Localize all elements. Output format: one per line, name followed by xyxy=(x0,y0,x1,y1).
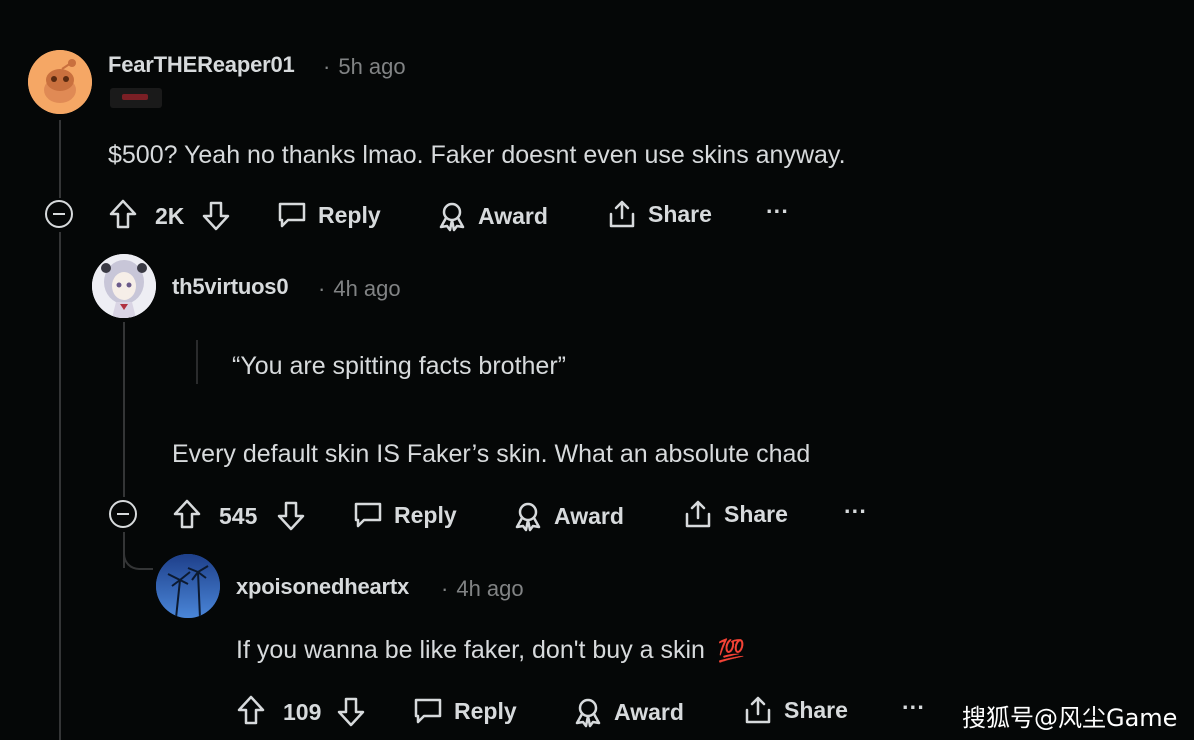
downvote-icon[interactable] xyxy=(201,200,231,232)
more-options-button[interactable]: ··· xyxy=(766,198,789,225)
share-button[interactable]: Share xyxy=(606,198,712,230)
downvote-icon[interactable] xyxy=(276,500,306,532)
share-label: Share xyxy=(724,500,788,527)
award-label: Award xyxy=(554,502,624,529)
thread-line-1b[interactable] xyxy=(59,232,61,740)
share-label: Share xyxy=(784,696,848,723)
comment-body: Every default skin IS Faker’s skin. What… xyxy=(172,440,811,468)
reply-label: Reply xyxy=(454,697,517,724)
share-icon xyxy=(745,696,771,724)
upvote-icon[interactable] xyxy=(236,694,266,726)
thread-connector-2 xyxy=(123,540,153,570)
reply-button[interactable]: Reply xyxy=(352,500,457,530)
comment-timestamp: · 4h ago xyxy=(441,576,524,601)
share-icon xyxy=(609,200,635,228)
collapse-icon[interactable] xyxy=(45,200,73,228)
downvote-icon[interactable] xyxy=(336,696,366,728)
quote-bar xyxy=(196,340,198,384)
share-button[interactable]: Share xyxy=(742,694,848,726)
reply-icon xyxy=(354,502,382,528)
award-label: Award xyxy=(478,202,548,229)
comment-quote: “You are spitting facts brother” xyxy=(232,352,566,380)
more-options-button[interactable]: ··· xyxy=(844,498,867,525)
thread-line-2[interactable] xyxy=(123,322,125,497)
reply-label: Reply xyxy=(318,201,381,228)
upvote-icon[interactable] xyxy=(172,498,202,530)
more-options-button[interactable]: ··· xyxy=(902,694,925,721)
comment-body-text: If you wanna be like faker, don't buy a … xyxy=(236,636,705,664)
share-button[interactable]: Share xyxy=(682,498,788,530)
share-icon xyxy=(685,500,711,528)
avatar[interactable] xyxy=(28,50,92,114)
award-icon xyxy=(575,698,601,728)
reply-button[interactable]: Reply xyxy=(276,200,381,230)
avatar[interactable] xyxy=(92,254,156,318)
comment-username[interactable]: th5virtuos0 xyxy=(172,274,289,300)
award-button[interactable]: Award xyxy=(436,200,548,232)
reply-button[interactable]: Reply xyxy=(412,696,517,726)
collapse-icon[interactable] xyxy=(109,500,137,528)
award-button[interactable]: Award xyxy=(512,500,624,532)
vote-count: 109 xyxy=(283,699,322,725)
reply-icon xyxy=(414,698,442,724)
vote-count: 2K xyxy=(155,203,185,229)
award-icon xyxy=(515,502,541,532)
thread-line-1[interactable] xyxy=(59,120,61,198)
reply-icon xyxy=(278,202,306,228)
snoo-avatar-icon xyxy=(28,50,92,114)
palm-tree-avatar-icon xyxy=(156,554,220,618)
award-icon xyxy=(439,202,465,232)
user-flair-badge xyxy=(110,88,162,108)
reply-label: Reply xyxy=(394,501,457,528)
comment-body: If you wanna be like faker, don't buy a … xyxy=(236,636,745,665)
award-label: Award xyxy=(614,698,684,725)
hundred-points-emoji: 💯 xyxy=(717,638,746,663)
upvote-icon[interactable] xyxy=(108,198,138,230)
comment-timestamp: · 4h ago xyxy=(318,276,401,301)
comment-body: $500? Yeah no thanks lmao. Faker doesnt … xyxy=(108,141,846,169)
anime-avatar-icon xyxy=(92,254,156,318)
comment-username[interactable]: FearTHEReaper01 xyxy=(108,52,295,78)
avatar[interactable] xyxy=(156,554,220,618)
comment-username[interactable]: xpoisonedheartx xyxy=(236,574,409,600)
award-button[interactable]: Award xyxy=(572,696,684,728)
vote-count: 545 xyxy=(219,503,258,529)
watermark: 搜狐号@风尘Game xyxy=(962,704,1178,732)
comment-timestamp: · 5h ago xyxy=(323,54,406,79)
share-label: Share xyxy=(648,200,712,227)
